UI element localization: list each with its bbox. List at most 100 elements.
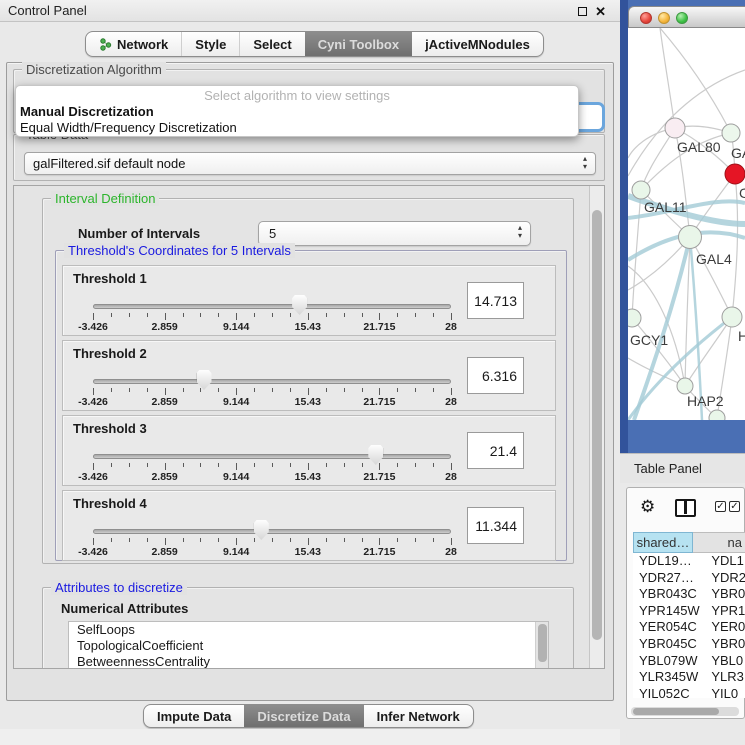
table-row[interactable]: YBR045CYBR0 <box>633 636 745 653</box>
slider-tick <box>147 313 148 317</box>
split-panel-icon[interactable] <box>675 499 696 517</box>
threshold-slider-handle[interactable] <box>254 520 269 540</box>
tab-style[interactable]: Style <box>181 32 239 56</box>
table-row[interactable]: YBL079WYBL0 <box>633 653 745 670</box>
network-edge[interactable] <box>641 128 675 190</box>
network-node[interactable] <box>677 378 693 394</box>
cell-shared-name[interactable]: YLR345W <box>633 669 708 686</box>
network-node[interactable] <box>709 410 725 420</box>
close-traffic-light-icon[interactable] <box>640 12 652 24</box>
slider-tick <box>326 538 327 542</box>
cell-name[interactable]: YBR0 <box>708 586 745 603</box>
network-node-label: HAP2 <box>687 393 724 409</box>
network-node[interactable] <box>665 118 685 138</box>
spinner-arrows-icon[interactable]: ▴▾ <box>518 224 522 240</box>
tab-jactivemnodules[interactable]: jActiveMNodules <box>412 32 543 56</box>
network-edge[interactable] <box>732 174 738 317</box>
network-node[interactable] <box>725 164 745 184</box>
close-icon[interactable]: ✕ <box>595 5 606 18</box>
popup-item-manual-discretization[interactable]: Manual Discretization <box>16 104 578 120</box>
table-row[interactable]: YER054CYER0 <box>633 619 745 636</box>
table-row[interactable]: YPR145WYPR1 <box>633 603 745 620</box>
threshold-value-field[interactable]: 14.713 <box>467 282 524 319</box>
cell-name[interactable]: YER0 <box>708 619 745 636</box>
threshold-slider-handle[interactable] <box>197 370 212 390</box>
network-node[interactable] <box>628 309 641 327</box>
table-row[interactable]: YBR043CYBR0 <box>633 586 745 603</box>
numerical-attributes-list[interactable]: SelfLoopsTopologicalCoefficientBetweenne… <box>68 621 549 669</box>
cell-shared-name[interactable]: YIL052C <box>633 686 708 698</box>
threshold-value-field[interactable]: 11.344 <box>467 507 524 544</box>
threshold-value-field[interactable]: 21.4 <box>467 432 524 469</box>
network-edge[interactable] <box>628 70 745 176</box>
tab-cyni-toolbox[interactable]: Cyni Toolbox <box>305 32 412 56</box>
cell-name[interactable]: YBL0 <box>708 653 745 670</box>
discretization-algorithm-title: Discretization Algorithm <box>22 62 166 77</box>
network-node[interactable] <box>679 226 702 249</box>
table-data-group: Table Data galFiltered.sif default node … <box>13 134 605 181</box>
attribute-item-topologicalcoefficient[interactable]: TopologicalCoefficient <box>69 638 548 654</box>
threshold-slider-track[interactable] <box>93 304 451 309</box>
popup-item-equal-width-frequency-discretization[interactable]: Equal Width/Frequency Discretization <box>16 120 578 136</box>
cell-shared-name[interactable]: YBR043C <box>633 586 708 603</box>
threshold-value-field[interactable]: 6.316 <box>467 357 524 394</box>
cell-shared-name[interactable]: YDR27… <box>633 570 708 587</box>
network-node[interactable] <box>722 307 742 327</box>
slider-tick <box>111 538 112 542</box>
table-row[interactable]: YIL052CYIL0 <box>633 686 745 698</box>
network-node[interactable] <box>722 124 740 142</box>
settings-scrollbar[interactable] <box>589 186 604 668</box>
checkbox-icon[interactable]: ✓ <box>729 501 740 512</box>
cell-name[interactable]: YLR3 <box>708 669 745 686</box>
list-scrollbar[interactable] <box>535 622 548 668</box>
cell-shared-name[interactable]: YBL079W <box>633 653 708 670</box>
threshold-label: Threshold 2 <box>73 346 147 361</box>
cell-name[interactable]: YIL0 <box>708 686 745 698</box>
column-header-shared-name[interactable]: shared… <box>633 532 693 553</box>
slider-tick <box>236 388 237 395</box>
minimize-traffic-light-icon[interactable] <box>658 12 670 24</box>
control-panel-title: Control Panel <box>8 3 87 18</box>
attribute-item-selfloops[interactable]: SelfLoops <box>69 622 548 638</box>
threshold-slider-handle[interactable] <box>368 445 383 465</box>
column-header-name[interactable]: na <box>693 532 745 553</box>
network-canvas[interactable]: GAL80GACGAL11GAL4GCY1HHAP2 <box>628 28 745 420</box>
threshold-slider-track[interactable] <box>93 454 451 459</box>
table-row[interactable]: YDR27…YDR2 <box>633 570 745 587</box>
tab-select[interactable]: Select <box>239 32 304 56</box>
network-node[interactable] <box>632 181 650 199</box>
tab-label: Infer Network <box>377 709 460 724</box>
tab-network[interactable]: Network <box>86 32 181 56</box>
float-window-icon[interactable] <box>578 7 587 16</box>
tab-discretize-data[interactable]: Discretize Data <box>244 705 363 727</box>
network-window-titlebar[interactable] <box>628 6 745 28</box>
network-edge[interactable] <box>628 358 685 386</box>
cell-name[interactable]: YDR2 <box>708 570 745 587</box>
threshold-slider-track[interactable] <box>93 529 451 534</box>
table-data-combobox[interactable]: galFiltered.sif default node ▴▾ <box>24 152 596 175</box>
checkbox-icon[interactable]: ✓ <box>715 501 726 512</box>
table-hscrollbar[interactable] <box>631 707 739 716</box>
cell-shared-name[interactable]: YER054C <box>633 619 708 636</box>
table-row[interactable]: YLR345WYLR3 <box>633 669 745 686</box>
threshold-slider-track[interactable] <box>93 379 451 384</box>
attribute-item-betweennesscentrality[interactable]: BetweennessCentrality <box>69 654 548 669</box>
threshold-slider-handle[interactable] <box>292 295 307 315</box>
cell-shared-name[interactable]: YDL19… <box>633 553 708 570</box>
slider-tick <box>272 463 273 467</box>
cell-shared-name[interactable]: YBR045C <box>633 636 708 653</box>
table-row[interactable]: YDL19…YDL1 <box>633 553 745 570</box>
cell-shared-name[interactable]: YPR145W <box>633 603 708 620</box>
slider-tick <box>218 388 219 392</box>
cell-name[interactable]: YPR1 <box>708 603 745 620</box>
zoom-traffic-light-icon[interactable] <box>676 12 688 24</box>
cell-name[interactable]: YDL1 <box>708 553 745 570</box>
slider-tick <box>183 313 184 317</box>
tab-impute-data[interactable]: Impute Data <box>144 705 244 727</box>
gear-icon[interactable]: ⚙ <box>640 497 655 517</box>
tab-infer-network[interactable]: Infer Network <box>364 705 473 727</box>
network-icon <box>99 38 112 51</box>
cell-name[interactable]: YBR0 <box>708 636 745 653</box>
slider-tick <box>254 463 255 467</box>
number-of-intervals-spinner[interactable]: 5 ▴▾ <box>258 221 531 246</box>
